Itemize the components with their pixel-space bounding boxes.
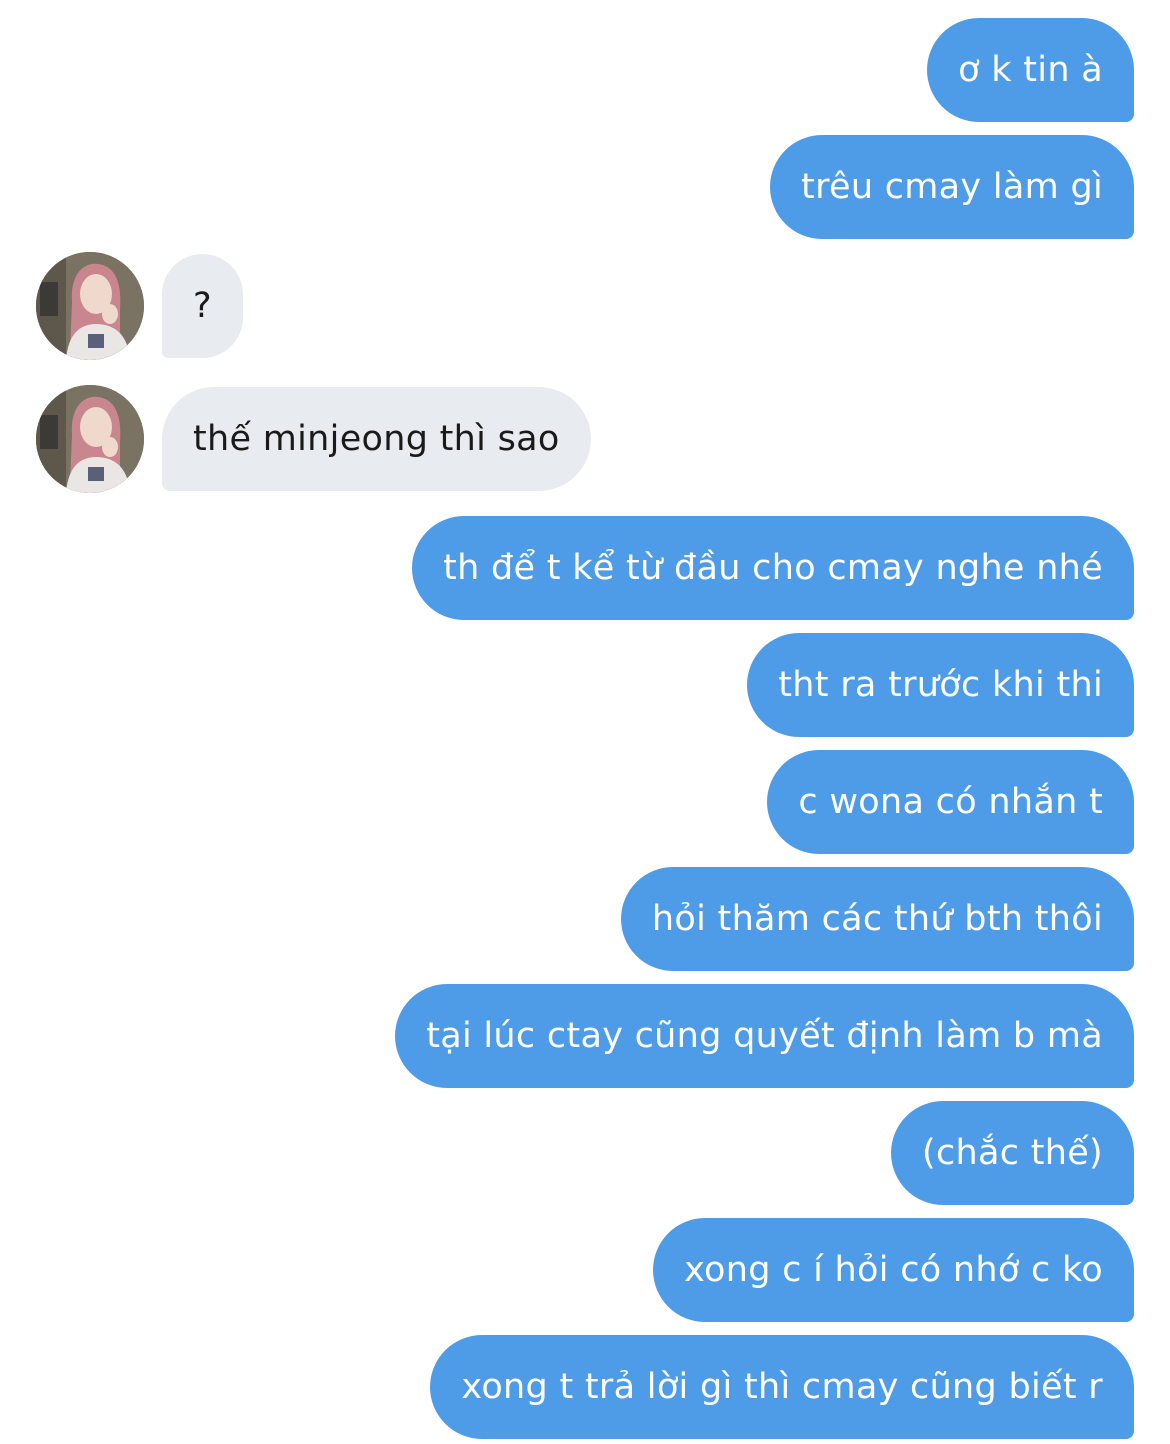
outgoing-message-bubble[interactable]: xong c í hỏi có nhớ c ko: [653, 1218, 1134, 1322]
message-row-outgoing: (chắc thế): [0, 1101, 1170, 1205]
outgoing-message-bubble[interactable]: ơ k tin à: [927, 18, 1134, 122]
message-thread: ơ k tin à trêu cmay làm gì ? thế minjeon…: [0, 0, 1170, 1444]
outgoing-message-bubble[interactable]: tại lúc ctay cũng quyết định làm b mà: [395, 984, 1134, 1088]
message-row-outgoing: trêu cmay làm gì: [0, 135, 1170, 239]
contact-avatar[interactable]: [36, 252, 144, 360]
outgoing-message-bubble[interactable]: c wona có nhắn t: [767, 750, 1134, 854]
message-row-incoming: thế minjeong thì sao: [0, 385, 1170, 493]
message-row-incoming: ?: [0, 252, 1170, 360]
message-row-outgoing: c wona có nhắn t: [0, 750, 1170, 854]
incoming-message-bubble[interactable]: thế minjeong thì sao: [162, 387, 591, 491]
message-row-outgoing: tht ra trước khi thi: [0, 633, 1170, 737]
message-row-outgoing: hỏi thăm các thứ bth thôi: [0, 867, 1170, 971]
message-row-outgoing: th để t kể từ đầu cho cmay nghe nhé: [0, 516, 1170, 620]
message-row-outgoing: xong t trả lời gì thì cmay cũng biết r: [0, 1335, 1170, 1439]
outgoing-message-bubble[interactable]: th để t kể từ đầu cho cmay nghe nhé: [412, 516, 1134, 620]
message-row-outgoing: xong c í hỏi có nhớ c ko: [0, 1218, 1170, 1322]
message-row-outgoing: tại lúc ctay cũng quyết định làm b mà: [0, 984, 1170, 1088]
incoming-message-bubble[interactable]: ?: [162, 254, 243, 358]
outgoing-message-bubble[interactable]: hỏi thăm các thứ bth thôi: [620, 867, 1134, 971]
avatar-photo-icon: [36, 385, 144, 493]
outgoing-message-bubble[interactable]: tht ra trước khi thi: [747, 633, 1134, 737]
contact-avatar[interactable]: [36, 385, 144, 493]
message-row-outgoing: ơ k tin à: [0, 18, 1170, 122]
outgoing-message-bubble[interactable]: (chắc thế): [891, 1101, 1134, 1205]
outgoing-message-bubble[interactable]: xong t trả lời gì thì cmay cũng biết r: [430, 1335, 1134, 1439]
outgoing-message-bubble[interactable]: trêu cmay làm gì: [770, 135, 1134, 239]
avatar-photo-icon: [36, 252, 144, 360]
